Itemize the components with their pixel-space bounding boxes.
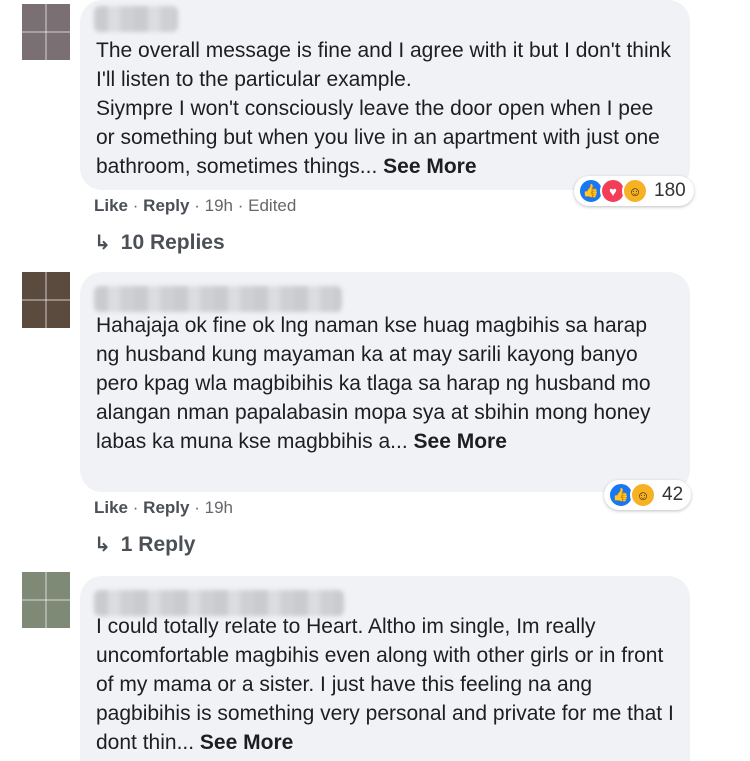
separator: · bbox=[194, 498, 200, 517]
replies-label: 1 Reply bbox=[120, 532, 196, 556]
view-replies-button[interactable]: ↳ 1 Reply bbox=[94, 532, 195, 557]
see-more-link[interactable]: See More bbox=[414, 430, 507, 453]
comment-paragraph: Hahajaja ok fine ok lng naman kse huag m… bbox=[96, 311, 676, 456]
timestamp[interactable]: 19h bbox=[205, 498, 233, 517]
separator: · bbox=[237, 196, 244, 215]
separator: · bbox=[132, 498, 139, 517]
comment-bubble: The overall message is fine and I agree … bbox=[80, 0, 690, 190]
comment-paragraph: The overall message is fine and I agree … bbox=[96, 39, 671, 91]
reaction-summary[interactable]: 👍 ♥ ☺ 180 bbox=[574, 176, 694, 206]
comment-paragraph-text: I could totally relate to Heart. Altho i… bbox=[96, 615, 674, 754]
author-name-blurred[interactable] bbox=[94, 6, 178, 32]
comment-paragraph-text: Hahajaja ok fine ok lng naman kse huag m… bbox=[96, 314, 651, 453]
timestamp[interactable]: 19h bbox=[205, 196, 233, 215]
comment-paragraph-text: Siympre I won't consciously leave the do… bbox=[96, 97, 660, 178]
comment-actions: Like · Reply · 19h · Edited bbox=[94, 196, 296, 216]
reply-action[interactable]: Reply bbox=[143, 196, 189, 215]
reply-action[interactable]: Reply bbox=[143, 498, 189, 517]
reply-arrow-icon: ↳ bbox=[94, 534, 111, 556]
avatar[interactable] bbox=[22, 4, 70, 60]
comment-text: Hahajaja ok fine ok lng naman kse huag m… bbox=[96, 311, 676, 456]
comment-text: I could totally relate to Heart. Altho i… bbox=[96, 612, 676, 757]
comment-text: The overall message is fine and I agree … bbox=[96, 36, 676, 181]
comment-bubble: Hahajaja ok fine ok lng naman kse huag m… bbox=[80, 272, 690, 492]
like-action[interactable]: Like bbox=[94, 498, 128, 517]
see-more-link[interactable]: See More bbox=[200, 731, 293, 754]
haha-icon: ☺ bbox=[622, 178, 648, 204]
separator: · bbox=[194, 196, 200, 215]
avatar[interactable] bbox=[22, 572, 70, 628]
comment-paragraph: Siympre I won't consciously leave the do… bbox=[96, 94, 676, 181]
author-name-blurred[interactable] bbox=[94, 286, 342, 312]
reaction-count: 42 bbox=[662, 484, 684, 505]
reaction-count: 180 bbox=[654, 180, 686, 201]
separator: · bbox=[132, 196, 139, 215]
avatar[interactable] bbox=[22, 272, 70, 328]
comment-paragraph: I could totally relate to Heart. Altho i… bbox=[96, 612, 676, 757]
edited-label: Edited bbox=[248, 196, 297, 215]
comment-bubble: I could totally relate to Heart. Altho i… bbox=[80, 576, 690, 761]
comment-actions: Like · Reply · 19h bbox=[94, 498, 233, 518]
reply-arrow-icon: ↳ bbox=[94, 232, 111, 254]
haha-icon: ☺ bbox=[630, 482, 656, 508]
like-action[interactable]: Like bbox=[94, 196, 128, 215]
replies-label: 10 Replies bbox=[120, 230, 225, 254]
view-replies-button[interactable]: ↳ 10 Replies bbox=[94, 230, 225, 255]
reaction-summary[interactable]: 👍 ☺ 42 bbox=[604, 480, 692, 510]
see-more-link[interactable]: See More bbox=[383, 155, 476, 178]
